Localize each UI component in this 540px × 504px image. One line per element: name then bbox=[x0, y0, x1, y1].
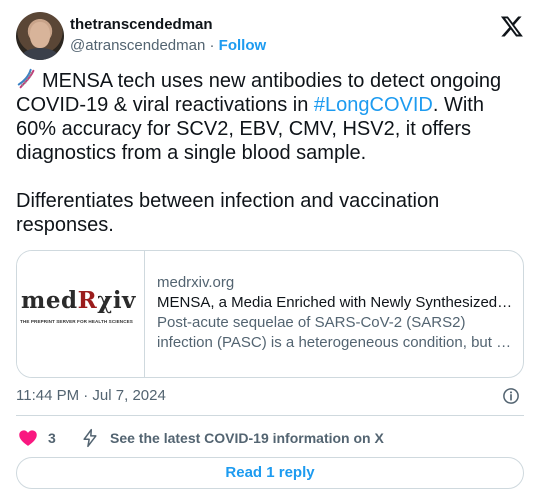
card-description: Post-acute sequelae of SARS-CoV-2 (SARS2… bbox=[157, 313, 513, 353]
hashtag-link[interactable]: #LongCOVID bbox=[314, 94, 433, 116]
avatar-face bbox=[30, 22, 50, 48]
card-domain: medrxiv.org bbox=[157, 274, 235, 291]
like-count: 3 bbox=[48, 430, 56, 446]
card-thumbnail: medRχiv THE PREPRINT SERVER FOR HEALTH S… bbox=[17, 251, 145, 377]
link-preview-card[interactable]: medRχiv THE PREPRINT SERVER FOR HEALTH S… bbox=[16, 250, 524, 378]
bolt-icon[interactable] bbox=[80, 428, 100, 448]
logo-med: med bbox=[21, 287, 78, 314]
avatar[interactable] bbox=[16, 12, 64, 60]
timestamp[interactable]: 11:44 PM · Jul 7, 2024 bbox=[16, 387, 166, 404]
heart-icon[interactable] bbox=[18, 428, 38, 448]
latest-info-link[interactable]: See the latest COVID-19 information on X bbox=[110, 428, 384, 448]
handle-row: @atranscendedman · Follow bbox=[70, 36, 266, 56]
user-handle[interactable]: @atranscendedman bbox=[70, 37, 205, 54]
x-logo-icon[interactable] bbox=[500, 14, 524, 38]
tweet-header: thetranscendedman @atranscendedman · Fol… bbox=[16, 12, 524, 60]
info-icon[interactable] bbox=[502, 387, 520, 405]
divider bbox=[16, 415, 524, 416]
logo-subtitle: THE PREPRINT SERVER FOR HEALTH SCIENCES bbox=[20, 319, 133, 324]
display-name[interactable]: thetranscendedman bbox=[70, 16, 266, 34]
tweet-text: MENSA tech uses new antibodies to detect… bbox=[16, 68, 528, 237]
handle-separator: · bbox=[209, 37, 215, 54]
card-title: MENSA, a Media Enriched with Newly Synth… bbox=[157, 294, 513, 311]
avatar-shirt bbox=[22, 48, 58, 60]
action-bar: 3 See the latest COVID-19 information on… bbox=[16, 428, 524, 448]
follow-button[interactable]: Follow bbox=[219, 37, 267, 54]
card-body: medrxiv.org MENSA, a Media Enriched with… bbox=[157, 273, 513, 353]
logo-xiv: χiv bbox=[97, 287, 136, 314]
read-replies-button[interactable]: Read 1 reply bbox=[16, 457, 524, 489]
medrxiv-logo: medRχiv bbox=[21, 287, 136, 314]
logo-r: R bbox=[77, 287, 98, 314]
dna-icon bbox=[17, 68, 35, 89]
tweet-meta: 11:44 PM · Jul 7, 2024 bbox=[16, 386, 524, 406]
user-info: thetranscendedman @atranscendedman · Fol… bbox=[70, 16, 266, 56]
card-desc-line2: infection (PASC) is a heterogeneous cond… bbox=[157, 334, 513, 351]
card-desc-line1: Post-acute sequelae of SARS-CoV-2 (SARS2… bbox=[157, 314, 466, 331]
